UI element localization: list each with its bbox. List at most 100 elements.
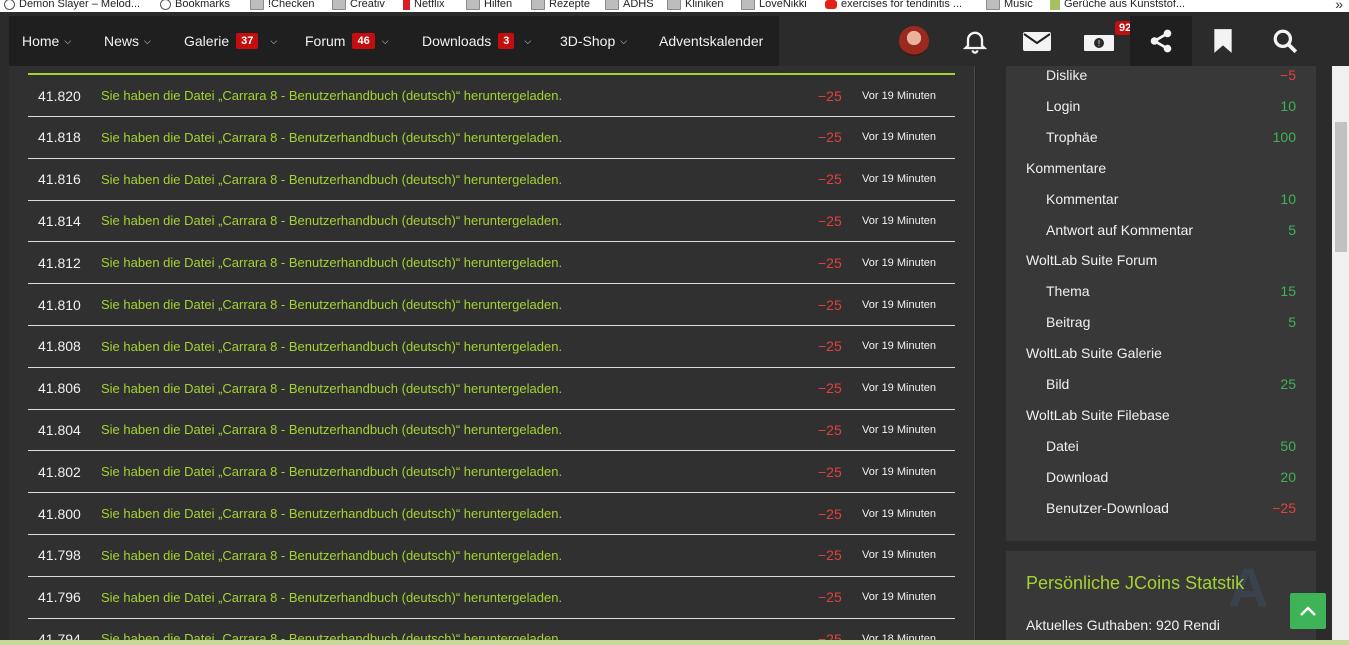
transaction-description-link[interactable]: Sie haben die Datei „Carrara 8 - Benutze… bbox=[101, 339, 562, 354]
table-row: 41.802 Sie haben die Datei „Carrara 8 - B… bbox=[28, 451, 955, 494]
transaction-description-link[interactable]: Sie haben die Datei „Carrara 8 - Benutze… bbox=[101, 381, 562, 396]
main-navigation: Home ⌵ News ⌵ Galerie 37 ⌵ Forum 46 ⌵ Download… bbox=[9, 16, 779, 66]
transaction-number: 41.796 bbox=[38, 589, 81, 606]
rule-label: Antwort auf Kommentar bbox=[1046, 221, 1194, 238]
transaction-number: 41.814 bbox=[38, 212, 81, 229]
svg-text:!: ! bbox=[1098, 39, 1100, 48]
bookmark-item[interactable]: Rezepte bbox=[531, 0, 590, 12]
bookmark-label: Demon Slayer – Melod... bbox=[19, 0, 141, 10]
transaction-description-link[interactable]: Sie haben die Datei „Carrara 8 - Benutze… bbox=[101, 422, 562, 437]
stats-title: Persönliche JCoins Statstik bbox=[1026, 573, 1245, 593]
nav-item-adventskalender[interactable]: Adventskalender bbox=[659, 16, 763, 66]
transaction-description-link[interactable]: Sie haben die Datei „Carrara 8 - Benutze… bbox=[101, 88, 562, 103]
transaction-time: Vor 19 Minuten bbox=[862, 549, 936, 562]
user-avatar-button[interactable] bbox=[893, 16, 935, 66]
nav-label: News bbox=[104, 33, 140, 49]
transaction-time: Vor 19 Minuten bbox=[862, 173, 936, 186]
bookmark-icon bbox=[1214, 29, 1232, 53]
bookmark-label: ADHS bbox=[623, 0, 654, 10]
bookmark-item[interactable]: Music bbox=[986, 0, 1033, 12]
transaction-description-link[interactable]: Sie haben die Datei „Carrara 8 - Benutze… bbox=[101, 506, 562, 521]
transaction-number: 41.806 bbox=[38, 380, 81, 397]
rule-label: Benutzer-Download bbox=[1046, 499, 1169, 516]
transaction-number: 41.820 bbox=[38, 87, 81, 104]
bookmark-item[interactable]: exercises for tendinitis ... bbox=[825, 0, 962, 12]
transaction-amount: −25 bbox=[818, 547, 842, 564]
table-row: 41.818 Sie haben die Datei „Carrara 8 - B… bbox=[28, 117, 955, 159]
rule-value: 20 bbox=[1280, 468, 1296, 485]
transaction-description-link[interactable]: Sie haben die Datei „Carrara 8 - Benutze… bbox=[101, 255, 562, 270]
transaction-description-link[interactable]: Sie haben die Datei „Carrara 8 - Benutze… bbox=[101, 172, 562, 187]
scroll-to-top-button[interactable] bbox=[1290, 593, 1326, 629]
transaction-number: 41.808 bbox=[38, 338, 81, 355]
rule-value: 100 bbox=[1272, 128, 1296, 145]
bookmark-item[interactable]: LoveNikki bbox=[741, 0, 807, 12]
bookmark-item[interactable]: Creativ bbox=[332, 0, 385, 12]
rule-value: −5 bbox=[1280, 67, 1296, 83]
transaction-number: 41.798 bbox=[38, 547, 81, 564]
netflix-icon bbox=[403, 0, 410, 10]
bookmark-item[interactable]: Bookmarks bbox=[160, 0, 230, 12]
folder-icon bbox=[741, 0, 755, 10]
nav-label: Forum bbox=[305, 33, 346, 49]
bookmark-label: Creativ bbox=[350, 0, 385, 10]
transaction-amount: −25 bbox=[818, 296, 842, 313]
table-row: 41.800 Sie haben die Datei „Carrara 8 - B… bbox=[28, 493, 955, 535]
rule-category-label: Kommentare bbox=[1026, 159, 1107, 176]
notifications-button[interactable] bbox=[953, 16, 997, 66]
table-row: 41.798 Sie haben die Datei „Carrara 8 - B… bbox=[28, 535, 955, 577]
transaction-description-link[interactable]: Sie haben die Datei „Carrara 8 - Benutze… bbox=[101, 213, 562, 228]
rule-label: Kommentar bbox=[1046, 190, 1119, 207]
youtube-icon bbox=[825, 0, 837, 9]
transaction-time: Vor 19 Minuten bbox=[862, 256, 936, 269]
transaction-description-link[interactable]: Sie haben die Datei „Carrara 8 - Benutze… bbox=[101, 464, 562, 479]
content-gutter bbox=[0, 66, 9, 645]
transaction-description-link[interactable]: Sie haben die Datei „Carrara 8 - Benutze… bbox=[101, 548, 562, 563]
scrollbar-thumb[interactable] bbox=[1335, 122, 1347, 252]
bookmark-item[interactable]: Kliniken bbox=[667, 0, 724, 12]
transaction-description-link[interactable]: Sie haben die Datei „Carrara 8 - Benutze… bbox=[101, 590, 562, 605]
jcoins-button[interactable]: ! 920 bbox=[1075, 16, 1142, 66]
transaction-number: 41.816 bbox=[38, 171, 81, 188]
transaction-description-link[interactable]: Sie haben die Datei „Carrara 8 - Benutze… bbox=[101, 297, 562, 312]
nav-item-3d-shop[interactable]: 3D-Shop ⌵ bbox=[560, 16, 627, 66]
rule-label: Bild bbox=[1046, 376, 1070, 392]
messages-button[interactable] bbox=[1015, 16, 1059, 66]
table-row: 41.820 Sie haben die Datei „Carrara 8 - B… bbox=[28, 75, 955, 117]
notification-badge: 37 bbox=[236, 33, 259, 49]
nav-item-forum[interactable]: Forum 46 ⌵ bbox=[305, 16, 389, 66]
bookmarks-overflow-icon[interactable]: » bbox=[1335, 0, 1343, 12]
transaction-time: Vor 19 Minuten bbox=[862, 298, 936, 311]
table-row: 41.810 Sie haben die Datei „Carrara 8 - B… bbox=[28, 284, 955, 326]
nav-item-galerie[interactable]: Galerie 37 ⌵ bbox=[184, 16, 277, 66]
nav-item-downloads[interactable]: Downloads 3 ⌵ bbox=[422, 16, 531, 66]
bookmark-item[interactable]: Gerüche aus Kunststof... bbox=[1050, 0, 1185, 12]
transaction-number: 41.800 bbox=[38, 505, 81, 522]
transaction-description-link[interactable]: Sie haben die Datei „Carrara 8 - Benutze… bbox=[101, 130, 562, 145]
nav-item-news[interactable]: News ⌵ bbox=[104, 16, 151, 66]
bookmark-item[interactable]: !Checken bbox=[250, 0, 314, 12]
rule-value: 10 bbox=[1280, 97, 1296, 114]
bookmark-item[interactable]: Netflix bbox=[403, 0, 445, 12]
table-row: 41.804 Sie haben die Datei „Carrara 8 - B… bbox=[28, 409, 955, 452]
bookmark-item[interactable]: Hilfen bbox=[466, 0, 512, 12]
transaction-amount: −25 bbox=[818, 463, 842, 480]
transaction-time: Vor 19 Minuten bbox=[862, 89, 936, 102]
nav-label: Adventskalender bbox=[659, 33, 764, 49]
transaction-time: Vor 19 Minuten bbox=[862, 214, 936, 227]
share-button[interactable] bbox=[1130, 16, 1192, 66]
bookmark-button[interactable] bbox=[1201, 16, 1245, 66]
notification-badge: 46 bbox=[352, 33, 375, 49]
nav-item-home[interactable]: Home ⌵ bbox=[22, 16, 71, 66]
folder-icon bbox=[332, 0, 346, 10]
transaction-time: Vor 19 Minuten bbox=[862, 423, 936, 436]
folder-icon bbox=[667, 0, 681, 10]
money-icon: ! bbox=[1084, 35, 1114, 51]
bookmark-item[interactable]: ADHS bbox=[605, 0, 654, 12]
folder-icon bbox=[605, 0, 619, 10]
transaction-amount: −25 bbox=[818, 589, 842, 606]
search-button[interactable] bbox=[1263, 16, 1307, 66]
rule-value: 10 bbox=[1280, 190, 1296, 207]
chevron-down-icon: ⌵ bbox=[64, 35, 72, 46]
bookmark-item[interactable]: Demon Slayer – Melod... bbox=[4, 0, 140, 12]
